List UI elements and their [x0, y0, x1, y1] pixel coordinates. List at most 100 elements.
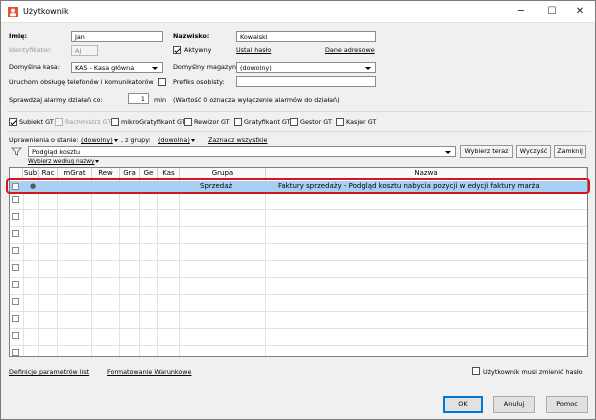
active-label: Aktywny — [184, 46, 212, 54]
module-subiekt-label: Subiekt GT — [19, 118, 54, 126]
row-checkbox[interactable] — [12, 298, 19, 305]
default-warehouse-value: (dowolny) — [240, 64, 272, 72]
row-checkbox[interactable] — [12, 196, 19, 203]
choose-by-name-dropdown[interactable]: Wybierz według nazwy — [28, 158, 100, 167]
must-change-password-checkbox[interactable] — [472, 367, 480, 375]
row-checkbox[interactable] — [12, 332, 19, 339]
permissions-group-dropdown[interactable]: (dowolna) — [158, 136, 195, 145]
module-subiekt-checkbox[interactable] — [9, 118, 17, 126]
set-password-link[interactable]: Ustal hasło — [236, 46, 271, 55]
cancel-button[interactable]: Anuluj — [493, 396, 535, 413]
grid-line — [265, 179, 266, 356]
module-rachmistrz-checkbox — [55, 118, 63, 126]
grid-line — [10, 260, 587, 261]
divider — [7, 131, 591, 132]
grid-line — [10, 294, 587, 295]
grid-line — [179, 179, 180, 356]
first-name-field[interactable]: Jan — [71, 31, 163, 42]
grid-line — [10, 277, 587, 278]
help-button[interactable]: Pomoc — [546, 396, 588, 413]
grid-line — [91, 179, 92, 356]
identifier-field: AJ — [71, 45, 98, 56]
close-icon[interactable]: ✕ — [565, 1, 595, 23]
grid-line — [10, 209, 587, 210]
grid-line — [57, 179, 58, 356]
clear-button[interactable]: Wyczyść — [516, 145, 551, 158]
chevron-down-icon — [190, 138, 195, 142]
collapse-button[interactable]: Zamknij — [554, 145, 586, 158]
alarm-note: (Wartość 0 oznacza wyłączenie alarmów do… — [173, 96, 340, 104]
chevron-down-icon — [113, 138, 118, 142]
last-name-label: Nazwisko: — [173, 32, 210, 40]
row-checkbox[interactable] — [12, 349, 19, 356]
active-checkbox[interactable] — [173, 46, 181, 54]
grid-line — [119, 179, 120, 356]
window-title: Użytkownik — [23, 7, 69, 16]
row-checkbox[interactable] — [12, 213, 19, 220]
identifier-label: Identyfikator: — [9, 46, 52, 54]
list-params-link[interactable]: Definicje parametrów list — [9, 368, 89, 377]
module-gestor-label: Gestor GT — [300, 118, 332, 126]
default-warehouse-dropdown[interactable]: (dowolny) — [236, 62, 376, 73]
row-checkbox[interactable] — [12, 264, 19, 271]
module-rewizor-label: Rewizor GT — [194, 118, 230, 126]
prefix-field[interactable] — [236, 76, 376, 87]
permissions-state-label: Uprawnienia o stanie: — [9, 136, 79, 144]
row-checkbox[interactable] — [12, 247, 19, 254]
choose-now-button[interactable]: Wybierz teraz — [460, 145, 513, 158]
divider — [7, 111, 591, 112]
conditional-format-link[interactable]: Formatowanie Warunkowe — [107, 368, 191, 377]
user-app-icon — [8, 7, 18, 17]
module-mikrogratyfikant-checkbox[interactable] — [111, 118, 119, 126]
must-change-password-label: Użytkownik musi zmienić hasło — [483, 368, 583, 376]
module-rachmistrz-label: Rachmistrz GT — [65, 118, 112, 126]
permission-view-dropdown[interactable]: Podgląd kosztu — [28, 146, 456, 157]
permissions-state-value: (dowolny) — [81, 136, 113, 144]
row-checkbox[interactable] — [12, 315, 19, 322]
default-warehouse-label: Domyślny magazyn: — [173, 63, 239, 71]
grid-line — [139, 179, 140, 356]
alarm-unit-label: min — [154, 96, 167, 104]
phone-service-label: Uruchom obsługę telefonów i komunikatoró… — [9, 78, 154, 86]
title-bar: Użytkownik ─ ☐ ✕ — [1, 1, 595, 23]
filter-icon[interactable] — [11, 147, 22, 156]
ok-button[interactable]: OK — [443, 396, 483, 413]
permissions-group-label: , z grupy: — [121, 136, 151, 144]
address-data-link[interactable]: Dane adresowe — [325, 46, 375, 55]
module-rewizor-checkbox[interactable] — [184, 118, 192, 126]
phone-service-checkbox[interactable] — [158, 78, 166, 86]
default-cashbox-value: KAS - Kasa główna — [75, 64, 135, 72]
grid-line — [10, 345, 587, 346]
permissions-state-dropdown[interactable]: (dowolny) — [81, 136, 118, 145]
select-all-link[interactable]: Zaznacz wszystkie — [208, 136, 267, 145]
grid-line — [23, 179, 24, 356]
highlight-frame — [6, 178, 590, 194]
module-mikrogratyfikant-label: mikroGratyfikant GT — [121, 118, 186, 126]
module-kasjer-label: Kasjer GT — [346, 118, 377, 126]
row-checkbox[interactable] — [12, 230, 19, 237]
last-name-field[interactable]: Kowalski — [236, 31, 376, 42]
user-dialog: Użytkownik ─ ☐ ✕ Imię: Jan Nazwisko: Kow… — [0, 0, 596, 420]
chevron-down-icon — [95, 160, 100, 163]
grid-line — [10, 328, 587, 329]
module-kasjer-checkbox[interactable] — [336, 118, 344, 126]
permissions-group-value: (dowolna) — [158, 136, 190, 144]
alarm-interval-label: Sprawdzaj alarmy działań co: — [9, 96, 103, 104]
module-gratyfikant-label: Gratyfikant GT — [244, 118, 291, 126]
grid-line — [10, 226, 587, 227]
default-cashbox-dropdown[interactable]: KAS - Kasa główna — [71, 62, 163, 73]
row-checkbox[interactable] — [12, 281, 19, 288]
first-name-label: Imię: — [9, 32, 28, 40]
grid-line — [157, 179, 158, 356]
minimize-icon[interactable]: ─ — [506, 1, 536, 23]
module-gratyfikant-checkbox[interactable] — [234, 118, 242, 126]
maximize-icon[interactable]: ☐ — [537, 1, 567, 23]
grid-line — [10, 243, 587, 244]
module-gestor-checkbox[interactable] — [290, 118, 298, 126]
permission-view-value: Podgląd kosztu — [32, 148, 81, 156]
alarm-interval-field[interactable]: 1 — [128, 93, 149, 104]
grid-line — [38, 179, 39, 356]
permissions-table[interactable]: Sub Rac mGrat Rew Gra Ge Kas Grupa Nazwa… — [9, 167, 588, 357]
prefix-label: Prefiks osobisty: — [173, 78, 225, 86]
choose-by-name-label: Wybierz według nazwy — [28, 159, 95, 165]
